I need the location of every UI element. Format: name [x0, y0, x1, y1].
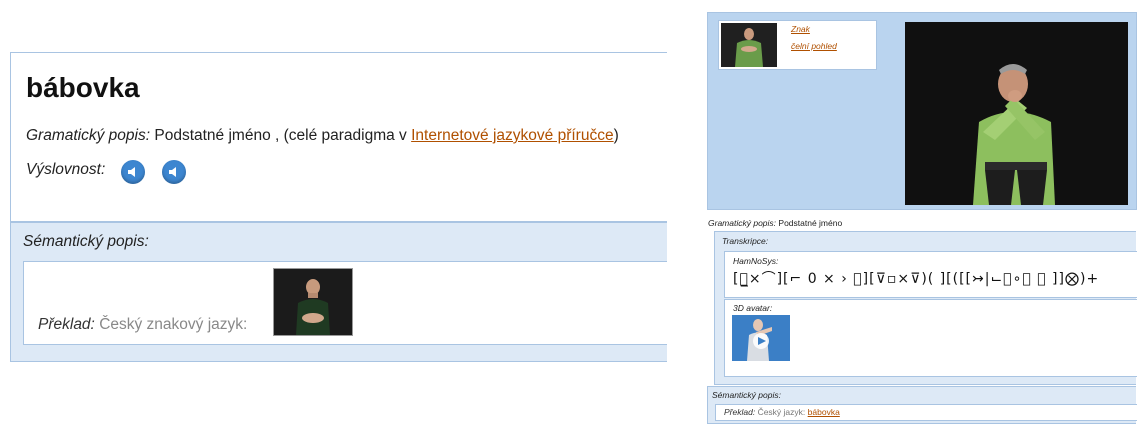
avatar-label: 3D avatar: — [733, 303, 773, 313]
translation-label: Překlad: — [38, 316, 95, 333]
pronunciation-label: Výslovnost: — [26, 161, 106, 178]
link-sign[interactable]: Znak — [791, 24, 810, 34]
transcription-title: Transkripce: — [722, 236, 769, 246]
entry-word: bábovka — [26, 72, 140, 103]
paradigm-suffix: ) — [613, 127, 619, 144]
hamnosys-box: HamNoSys: [⌒̲⨯⌒][⌐ 0 ⨯ › ⌣][⊽▫⨯⊽)( ][([[… — [724, 251, 1137, 298]
link-front-view[interactable]: čelní pohled — [791, 41, 837, 51]
sign-video[interactable] — [905, 22, 1128, 205]
sign-panel: Znak čelní pohled Gramatický popis: Pods… — [707, 12, 1137, 424]
sign-semantic-panel: Sémantický popis: Překlad: Český jazyk: … — [707, 386, 1137, 424]
sign-gram-value: Podstatné jméno — [778, 218, 843, 228]
gram-value: Podstatné jméno — [154, 127, 271, 144]
entry-panel: bábovka Gramatický popis: Podstatné jmén… — [10, 52, 668, 362]
sign-semantic-title: Sémantický popis: — [712, 390, 781, 400]
paradigm-link[interactable]: Internetové jazykové příručce — [411, 127, 613, 144]
sign-translation-label: Překlad: — [724, 407, 756, 417]
transcription-panel: Transkripce: HamNoSys: [⌒̲⨯⌒][⌐ 0 ⨯ › ⌣]… — [714, 231, 1137, 385]
sign-translation-box: Překlad: Český jazyk: bábovka — [715, 404, 1137, 421]
translation-box: Překlad: Český znakový jazyk: — [23, 261, 667, 345]
avatar-video-thumbnail[interactable] — [732, 315, 790, 361]
semantic-description-panel: Sémantický popis: Překlad: Český znakový… — [10, 222, 667, 362]
hamnosys-label: HamNoSys: — [733, 256, 779, 266]
speaker-icon[interactable] — [121, 160, 145, 184]
translation-line: Překlad: Český znakový jazyk: — [38, 316, 247, 334]
entry-box: bábovka Gramatický popis: Podstatné jmén… — [10, 52, 667, 222]
hamnosys-notation: [⌒̲⨯⌒][⌐ 0 ⨯ › ⌣][⊽▫⨯⊽)( ][([[↣|⌙⌣∘⸫ ⸋ ]… — [733, 271, 1100, 287]
sign-translation-link[interactable]: bábovka — [808, 407, 840, 417]
speaker-icon[interactable] — [162, 160, 186, 184]
sign-translation-line: Překlad: Český jazyk: bábovka — [724, 407, 840, 417]
video-area: Znak čelní pohled — [707, 12, 1137, 210]
gram-label: Gramatický popis: — [26, 127, 151, 144]
semantic-title: Sémantický popis: — [23, 233, 149, 250]
sign-translation-value: Český jazyk: — [757, 407, 806, 417]
sign-grammatical-description: Gramatický popis: Podstatné jméno — [708, 218, 842, 228]
paradigm-prefix: , (celé paradigma v — [275, 127, 412, 144]
sign-gram-label: Gramatický popis: — [708, 218, 777, 228]
translation-value: Český znakový jazyk: — [99, 316, 248, 333]
avatar-box: 3D avatar: — [724, 299, 1137, 377]
view-selector-card: Znak čelní pohled — [718, 20, 877, 70]
sign-video-thumbnail[interactable] — [273, 268, 353, 336]
grammatical-description: Gramatický popis: Podstatné jméno , (cel… — [26, 127, 619, 145]
mini-thumbnail[interactable] — [721, 23, 777, 67]
